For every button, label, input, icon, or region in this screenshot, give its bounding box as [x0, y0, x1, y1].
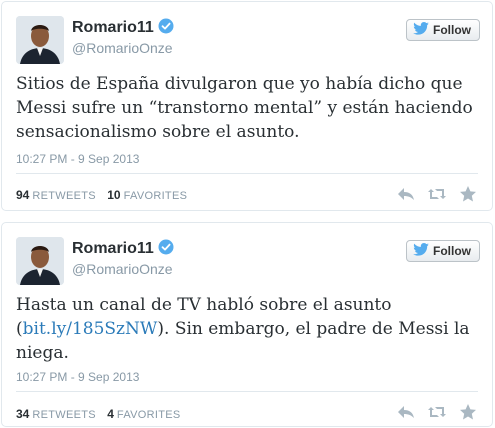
follow-label[interactable]: Follow — [433, 244, 471, 258]
tweet-stats: 94 RETWEETS 10 FAVORITES — [16, 188, 187, 202]
tweet-timestamp[interactable]: 10:27 PM - 9 Sep 2013 — [16, 152, 139, 166]
reply-icon[interactable] — [396, 185, 416, 203]
retweet-stat[interactable]: 34 RETWEETS — [16, 407, 96, 421]
display-name-text[interactable]: Romario11 — [72, 19, 154, 36]
favorite-count: 10 — [107, 188, 121, 202]
divider — [16, 173, 478, 174]
avatar[interactable] — [16, 16, 64, 64]
favorite-stat[interactable]: 10 FAVORITES — [107, 188, 188, 202]
tweet-actions — [396, 185, 478, 203]
retweet-count: 94 — [16, 188, 30, 202]
avatar[interactable] — [16, 237, 64, 285]
tweet-card: Romario11 @RomarioOnze Follow Sitios de … — [1, 1, 493, 211]
follow-button[interactable]: Follow — [406, 19, 480, 41]
display-name-text[interactable]: Romario11 — [72, 240, 154, 257]
favorite-stat[interactable]: 4 FAVORITES — [107, 407, 181, 421]
tweet-text: Hasta un canal de TV habló sobre el asun… — [16, 293, 482, 365]
follow-button[interactable]: Follow — [406, 240, 480, 262]
display-name[interactable]: Romario11 — [72, 18, 174, 39]
tweet-card: Romario11 @RomarioOnze Follow Hasta un c… — [1, 222, 493, 427]
favorite-icon[interactable] — [458, 403, 478, 421]
verified-badge-icon — [158, 18, 174, 39]
tweet-text: Sitios de España divulgaron que yo había… — [16, 74, 473, 142]
retweet-stat[interactable]: 94 RETWEETS — [16, 188, 96, 202]
user-handle[interactable]: @RomarioOnze — [72, 261, 173, 277]
retweet-icon[interactable] — [427, 403, 447, 421]
reply-icon[interactable] — [396, 403, 416, 421]
display-name[interactable]: Romario11 — [72, 239, 174, 260]
retweet-stat-label: RETWEETS — [32, 409, 96, 421]
user-handle[interactable]: @RomarioOnze — [72, 40, 173, 56]
tweet-actions — [396, 403, 478, 421]
tweet-timestamp[interactable]: 10:27 PM - 9 Sep 2013 — [16, 370, 139, 384]
tweet-link[interactable]: bit.ly/185SzNW — [23, 319, 158, 339]
favorite-count: 4 — [107, 407, 114, 421]
retweet-stat-label: RETWEETS — [32, 190, 96, 202]
favorite-icon[interactable] — [458, 185, 478, 203]
verified-badge-icon — [158, 239, 174, 260]
divider — [16, 391, 478, 392]
retweet-count: 34 — [16, 407, 30, 421]
twitter-bird-icon — [413, 22, 429, 38]
follow-label[interactable]: Follow — [433, 23, 471, 37]
twitter-bird-icon — [413, 243, 429, 259]
retweet-icon[interactable] — [427, 185, 447, 203]
favorite-stat-label: FAVORITES — [123, 190, 188, 202]
tweet-stats: 34 RETWEETS 4 FAVORITES — [16, 407, 181, 421]
favorite-stat-label: FAVORITES — [116, 409, 181, 421]
